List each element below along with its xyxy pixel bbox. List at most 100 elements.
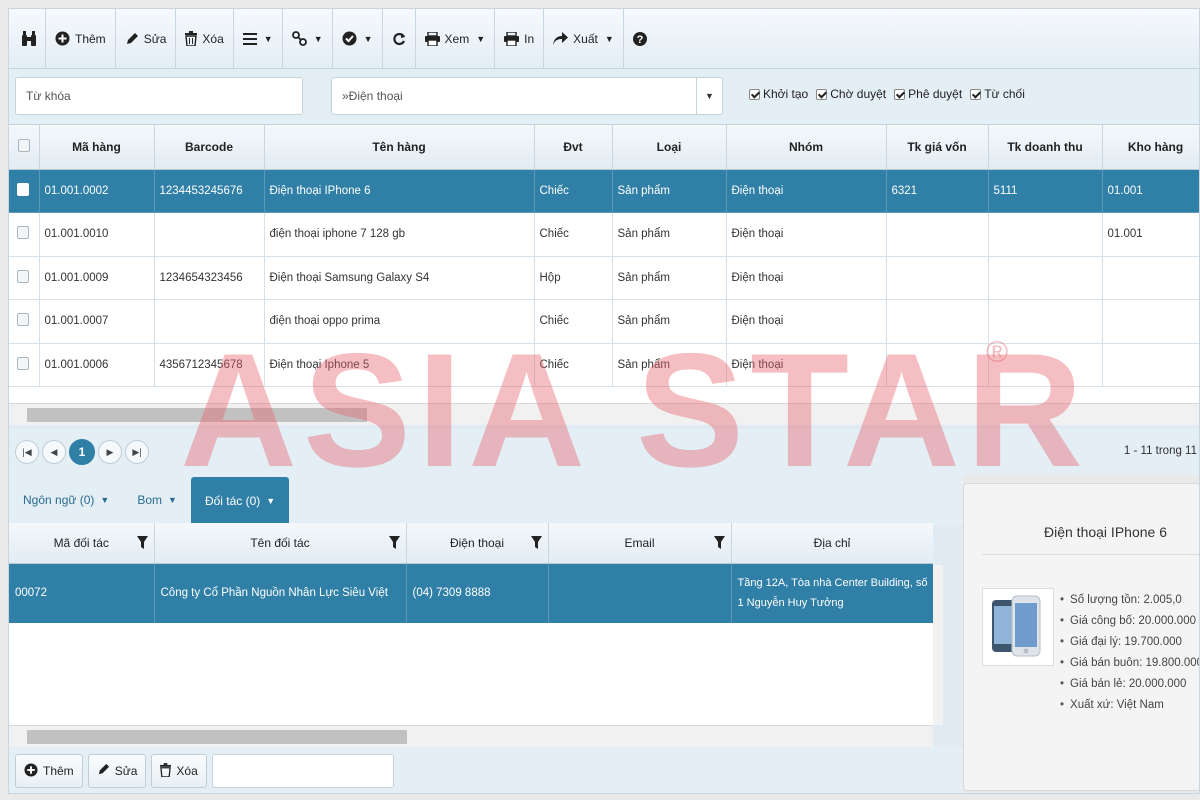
filter-icon[interactable] [530,536,542,549]
col-ma-doi-tac[interactable]: Mã đối tác [9,523,155,564]
chevron-down-icon[interactable]: ▼ [696,78,722,114]
row-checkbox[interactable] [9,256,40,300]
link-menu-button[interactable]: ▼ [283,9,333,69]
delete-button[interactable]: Xóa [176,9,234,69]
table-row[interactable]: 01.001.0010 điện thoại iphone 7 128 gb Chi… [9,212,1199,257]
tab-doi-tac[interactable]: Đối tác (0) ▼ [190,477,290,525]
cell-tk-doanh-thu: 5111 [988,169,1103,213]
col-tk-doanh-thu[interactable]: Tk doanh thu [988,125,1103,170]
grid-horizontal-scrollbar[interactable] [9,403,1199,425]
edit-button[interactable]: Sửa [116,9,177,69]
cell-loai: Sản phẩm [612,299,727,344]
partners-vertical-scrollbar[interactable] [933,565,943,725]
checkbox-icon[interactable] [816,88,828,100]
add-button[interactable]: Thêm [46,9,116,69]
checkbox-icon[interactable] [970,88,982,100]
col-nhom[interactable]: Nhóm [726,125,887,170]
scrollbar-thumb[interactable] [27,408,367,422]
checkbox-icon [17,269,29,283]
print-button-label: In [524,31,535,46]
cell-ma-hang: 01.001.0010 [39,212,155,257]
filter-icon[interactable] [388,536,400,549]
add-partner-button[interactable]: Thêm [15,754,83,788]
col-ten-hang[interactable]: Tên hàng [264,125,535,170]
col-email[interactable]: Email [548,523,732,564]
row-checkbox[interactable] [9,343,40,387]
partners-grid: Mã đối tác Tên đối tác Điện thoại Email … [9,523,933,725]
current-page-button[interactable]: 1 [69,439,95,465]
row-checkbox[interactable] [9,212,40,257]
col-tk-gia-von[interactable]: Tk giá vốn [886,125,989,170]
help-button[interactable]: ? [624,9,656,69]
filter-icon[interactable] [136,536,148,549]
col-barcode[interactable]: Barcode [154,125,265,170]
search-button[interactable] [13,9,46,69]
checkbox-icon[interactable] [749,88,760,100]
product-detail-item: Giá đại lý: 19.700.000 [1060,632,1199,653]
partners-horizontal-scrollbar[interactable] [9,725,933,747]
cell-ten-hang: điện thoại oppo prima [264,299,535,344]
group-select-value: »Điện thoại [342,89,403,103]
delete-partner-button[interactable]: Xóa [151,754,207,788]
cell-tk-doanh-thu [988,212,1103,257]
refresh-button[interactable] [383,9,416,69]
cell-ma-doi-tac: 00072 [9,563,155,623]
cell-email [548,563,732,623]
col-loai[interactable]: Loại [612,125,727,170]
status-checkbox[interactable]: Từ chối [970,87,1025,101]
col-ma-hang[interactable]: Mã hàng [39,125,155,170]
chevron-down-icon: ▼ [604,33,614,44]
partner-actions-bar: Thêm Sửa Xóa [9,747,963,793]
tab-ngon-ngu[interactable]: Ngôn ngữ (0) ▼ [9,475,123,525]
partner-row[interactable]: 00072 Công ty Cổ Phần Nguồn Nhân Lực Siê… [9,563,933,623]
view-button[interactable]: Xem ▼ [416,9,496,69]
binoculars-icon [22,30,36,47]
table-row[interactable]: 01.001.0007 điện thoại oppo prima Chiếc Sản… [9,299,1199,344]
print-button[interactable]: In [495,9,545,69]
status-checkbox[interactable]: Khởi tạo [749,87,808,101]
svg-text:?: ? [636,34,643,46]
status-checkbox-label: Từ chối [984,87,1025,101]
table-row[interactable]: 01.001.0002 1234453245676 Điện thoại IPhon… [9,169,1199,213]
checkbox-icon [17,313,29,327]
col-kho-hang[interactable]: Kho hàng [1102,125,1199,170]
table-row[interactable]: 01.001.0009 1234654323456 Điện thoại Samsu… [9,256,1199,300]
cell-ten-hang: Điện thoại Samsung Galaxy S4 [264,256,535,300]
tab-label: Ngôn ngữ (0) [23,493,95,507]
col-ten-doi-tac[interactable]: Tên đối tác [154,523,407,564]
filter-icon[interactable] [713,536,725,549]
first-page-button[interactable]: |◀ [15,440,39,464]
chevron-down-icon: ▼ [476,33,486,44]
prev-page-button[interactable]: ◀ [42,440,66,464]
scrollbar-thumb[interactable] [27,730,407,744]
table-row[interactable]: 01.001.0006 4356712345678 Điện thoại Iphon… [9,343,1199,387]
row-checkbox[interactable] [9,169,40,213]
col-label: Địa chỉ [813,535,851,550]
cell-kho-hang [1102,343,1199,387]
cell-nhom: Điện thoại [726,256,887,300]
export-button[interactable]: Xuất ▼ [544,9,624,69]
row-checkbox[interactable] [9,299,40,344]
col-dvt[interactable]: Đvt [534,125,613,170]
check-circle-icon [342,31,357,46]
next-page-button[interactable]: ▶ [98,440,122,464]
last-page-button[interactable]: ▶| [125,440,149,464]
status-checkbox[interactable]: Chờ duyệt [816,87,886,101]
group-select[interactable]: »Điện thoại ▼ [331,77,723,115]
list-menu-button[interactable]: ▼ [234,9,283,69]
partner-input[interactable] [211,754,394,788]
cell-tk-doanh-thu [988,343,1103,387]
select-all-checkbox[interactable] [9,125,40,170]
checkbox-icon[interactable] [894,88,906,100]
col-dien-thoai[interactable]: Điện thoại [406,523,549,564]
edit-partner-button[interactable]: Sửa [87,754,147,788]
status-checkbox[interactable]: Phê duyệt [894,87,962,101]
keyword-input[interactable]: Từ khóa [15,77,303,115]
product-title: Điện thoại IPhone 6 [1044,524,1167,540]
tab-bom[interactable]: Bom ▼ [123,475,191,525]
col-dia-chi[interactable]: Địa chỉ [731,523,933,564]
cell-dia-chi: Tầng 12A, Tòa nhà Center Building, số 1 … [731,563,933,623]
approve-menu-button[interactable]: ▼ [333,9,383,69]
add-button-label: Thêm [75,31,106,46]
phone-image-icon [992,595,1041,657]
